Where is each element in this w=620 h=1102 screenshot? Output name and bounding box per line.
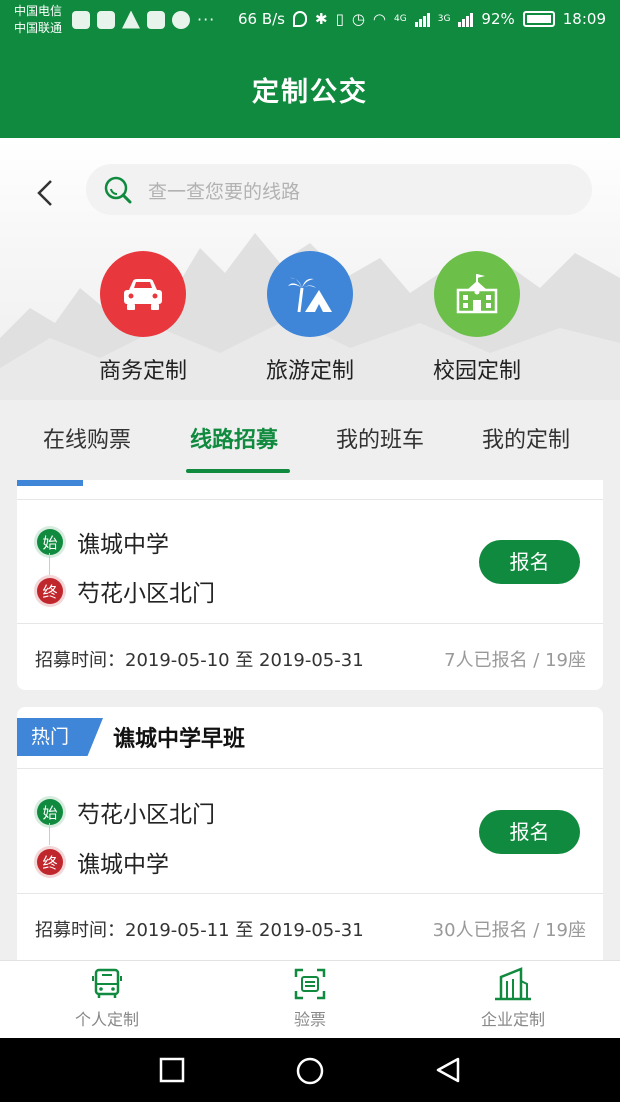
route-end: 终 芍花小区北门 (37, 574, 215, 608)
route-connector (49, 553, 50, 575)
category-business[interactable]: 商务定制 (78, 251, 208, 385)
clock: 18:09 (562, 10, 606, 28)
end-badge: 终 (37, 578, 63, 604)
category-label: 校园定制 (432, 359, 521, 384)
signup-count: 30人已报名 / 19座 (432, 920, 586, 941)
nav-ticket-check[interactable]: 验票 (245, 967, 375, 1030)
start-stop-name: 谯城中学 (77, 532, 169, 558)
category-campus[interactable]: 校园定制 (412, 251, 542, 385)
search-icon (104, 176, 132, 204)
end-stop-name: 谯城中学 (77, 852, 169, 878)
system-status: 66 B/s ✱ ▯ ◷ ◠ 4G 3G 92% 18:09 (238, 10, 606, 28)
route-end: 终 谯城中学 (37, 845, 169, 879)
carrier-1: 中国电信 (14, 4, 63, 18)
bluetooth-icon: ✱ (314, 10, 328, 28)
tab-bar: 在线购票 线路招募 我的班车 我的定制 (0, 400, 620, 480)
hot-badge-edge (17, 480, 83, 486)
category-label: 商务定制 (98, 359, 187, 384)
page-title: 定制公交 (252, 77, 368, 108)
card-footer: 招募时间：2019-05-11 至 2019-05-31 30人已报名 / 19… (17, 893, 603, 959)
banner: 查一查您要的线路 商务定制 旅游定制 校园定制 (0, 138, 620, 400)
card-header: 热门 谯城中学早班 (17, 707, 603, 769)
app-header: 中国电信 中国联通 ··· 66 B/s ✱ ▯ ◷ ◠ 4G 3G 92% 1… (0, 0, 620, 138)
more-notifications-icon: ··· (197, 10, 216, 29)
back-button[interactable] (30, 178, 60, 208)
location-icon (292, 11, 307, 27)
search-placeholder: 查一查您要的线路 (148, 181, 301, 203)
end-badge: 终 (37, 849, 63, 875)
back-triangle-icon[interactable] (434, 1056, 462, 1084)
notification-icons: ··· (72, 10, 215, 29)
nav-label: 验票 (293, 1010, 326, 1029)
network-speed: 66 B/s (237, 10, 285, 28)
signal-icon-2 (458, 11, 474, 27)
system-navigation-bar (0, 1038, 620, 1102)
start-stop-name: 芍花小区北门 (77, 802, 215, 828)
hot-badge: 热门 (17, 718, 103, 756)
battery-icon (522, 11, 555, 27)
nav-personal-custom[interactable]: 个人定制 (42, 967, 172, 1030)
network-3g-label: 3G (437, 13, 451, 24)
carrier-info: 中国电信 中国联通 (14, 3, 62, 37)
vibrate-icon: ▯ (335, 10, 344, 28)
school-icon (434, 251, 520, 337)
start-badge: 始 (37, 529, 63, 555)
route-start: 始 芍花小区北门 (37, 795, 215, 829)
search-bar[interactable]: 查一查您要的线路 (86, 164, 592, 215)
battery-percent: 92% (481, 10, 515, 28)
signup-button[interactable]: 报名 (479, 810, 580, 854)
route-title: 谯城中学早班 (113, 727, 246, 752)
category-travel[interactable]: 旅游定制 (245, 251, 375, 385)
nav-label: 个人定制 (74, 1010, 139, 1029)
route-connector (49, 823, 50, 845)
chevron-left-icon (37, 180, 52, 206)
tab-my-custom[interactable]: 我的定制 (482, 422, 570, 454)
nav-enterprise-custom[interactable]: 企业定制 (448, 967, 578, 1030)
signup-count: 7人已报名 / 19座 (444, 650, 586, 671)
signal-icon-1 (414, 11, 430, 27)
bottom-navigation: 个人定制 验票 企业定制 (0, 960, 620, 1038)
card-footer: 招募时间：2019-05-10 至 2019-05-31 7人已报名 / 19座 (17, 623, 603, 689)
building-icon (495, 967, 531, 1001)
signup-button[interactable]: 报名 (479, 540, 580, 584)
active-tab-indicator (186, 469, 290, 473)
alarm-icon: ◷ (351, 10, 365, 28)
end-stop-name: 芍花小区北门 (77, 581, 215, 607)
health-icon (72, 10, 90, 29)
wifi-icon: ◠ (372, 10, 387, 28)
app-notification-icon (97, 10, 115, 29)
triangle-app-icon (122, 10, 140, 29)
recent-apps-icon[interactable] (158, 1056, 186, 1084)
start-badge: 始 (37, 799, 63, 825)
video-app-icon (147, 10, 165, 29)
divider (17, 499, 603, 500)
nav-label: 企业定制 (480, 1010, 545, 1029)
carrier-2: 中国联通 (14, 21, 63, 35)
palm-mountain-icon (267, 251, 353, 337)
tab-route-recruit[interactable]: 线路招募 (190, 422, 278, 454)
navigation-app-icon (172, 10, 190, 29)
home-icon[interactable] (295, 1056, 325, 1086)
status-bar: 中国电信 中国联通 ··· 66 B/s ✱ ▯ ◷ ◠ 4G 3G 92% 1… (0, 0, 620, 40)
route-card[interactable]: 始 谯城中学 终 芍花小区北门 报名 招募时间：2019-05-10 至 201… (17, 480, 603, 690)
scan-ticket-icon (294, 968, 326, 1000)
route-card[interactable]: 热门 谯城中学早班 始 芍花小区北门 终 谯城中学 报名 招募时间：2019-0… (17, 707, 603, 960)
bus-icon (92, 968, 122, 998)
category-label: 旅游定制 (265, 359, 354, 384)
recruit-period: 招募时间：2019-05-10 至 2019-05-31 (35, 650, 364, 671)
tab-my-shuttle[interactable]: 我的班车 (336, 422, 424, 454)
network-4g-label: 4G (394, 13, 407, 24)
route-start: 始 谯城中学 (37, 525, 169, 559)
car-icon (100, 251, 186, 337)
tab-online-ticket[interactable]: 在线购票 (43, 422, 131, 454)
recruit-period: 招募时间：2019-05-11 至 2019-05-31 (35, 920, 364, 941)
